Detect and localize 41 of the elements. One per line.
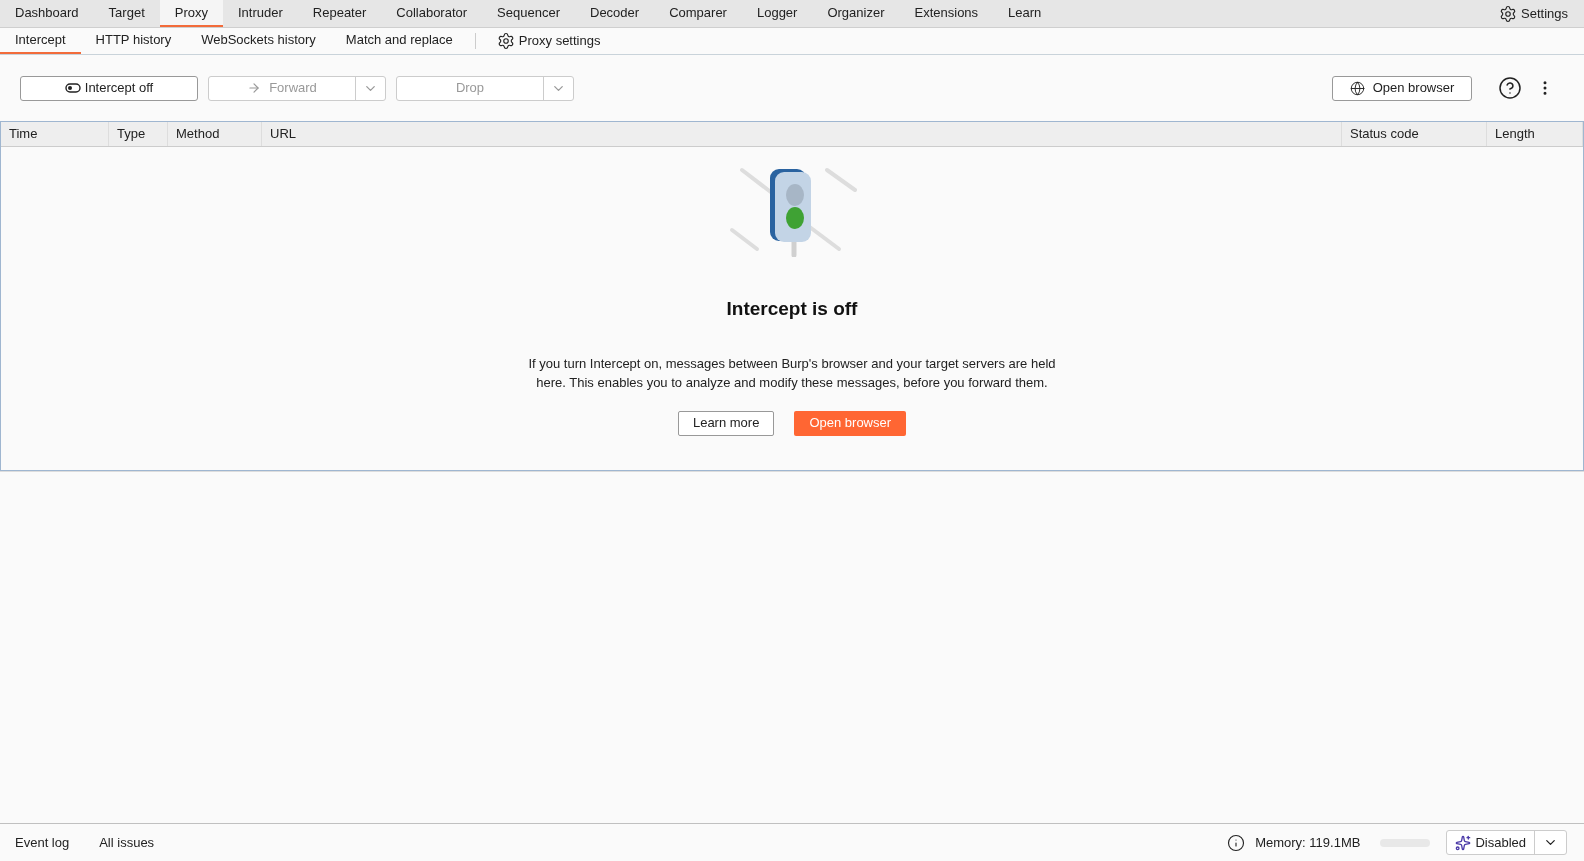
status-bar-tab[interactable]: All issues: [99, 832, 155, 853]
globe-icon: [1349, 80, 1365, 96]
sub-tab[interactable]: WebSockets history: [186, 28, 331, 54]
column-header[interactable]: URL: [262, 122, 1342, 146]
info-icon: [1227, 833, 1246, 852]
main-tab[interactable]: Comparer: [654, 0, 742, 27]
main-tab[interactable]: Learn: [993, 0, 1057, 27]
intercept-toggle[interactable]: Intercept off: [20, 75, 198, 101]
main-tab[interactable]: Dashboard: [0, 0, 94, 27]
proxy-settings-button[interactable]: Proxy settings: [482, 28, 615, 54]
sub-tab[interactable]: HTTP history: [80, 28, 187, 54]
memory-label: Memory: 119.1MB: [1255, 833, 1361, 852]
learn-more-button[interactable]: Learn more: [677, 410, 775, 436]
settings-button[interactable]: Settings: [1483, 0, 1584, 27]
column-header[interactable]: Status code: [1342, 122, 1487, 146]
sparkles-icon: [1455, 834, 1472, 851]
empty-state-message: If you turn Intercept on, messages between Burp's browser and your target servers are held here. This enables you to analyze and modify these messages, before you forward them.: [527, 354, 1057, 392]
main-tab[interactable]: Repeater: [297, 0, 382, 27]
sub-tab[interactable]: Match and replace: [330, 28, 468, 54]
column-header[interactable]: Method: [168, 122, 262, 146]
toggle-icon: [64, 83, 81, 93]
arrow-icon: [247, 81, 262, 95]
status-bar-tab[interactable]: Event log: [15, 832, 70, 853]
open-browser-button[interactable]: Open browser: [1332, 75, 1472, 101]
main-tab[interactable]: Decoder: [575, 0, 655, 27]
column-header[interactable]: Length: [1487, 122, 1583, 146]
main-tab[interactable]: Logger: [741, 0, 813, 27]
help-icon[interactable]: [1498, 76, 1522, 100]
settings-icon: [1499, 4, 1517, 23]
settings-icon: [496, 32, 515, 50]
main-tab[interactable]: Sequencer: [482, 0, 575, 27]
main-tab[interactable]: Proxy: [159, 0, 223, 27]
sub-tab[interactable]: Intercept: [0, 28, 81, 54]
column-header[interactable]: Time: [1, 122, 109, 146]
main-tab[interactable]: Extensions: [899, 0, 994, 27]
column-header[interactable]: Type: [109, 122, 168, 146]
empty-state-title: Intercept is off: [726, 297, 858, 321]
main-tab[interactable]: Target: [93, 0, 160, 27]
main-tab[interactable]: Intruder: [223, 0, 298, 27]
main-tab[interactable]: Organizer: [812, 0, 900, 27]
main-tab[interactable]: Collaborator: [381, 0, 483, 27]
